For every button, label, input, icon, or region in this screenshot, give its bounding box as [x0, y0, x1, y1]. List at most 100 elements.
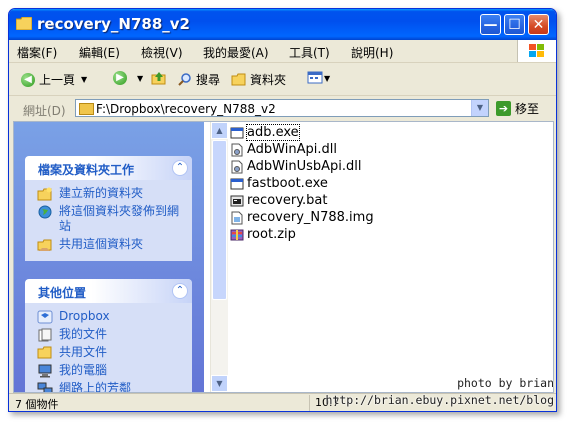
watermark-credit: photo by brian: [457, 376, 554, 390]
dll-icon: [231, 143, 243, 156]
bat-icon: [230, 195, 244, 206]
task-label: 建立新的資料夾: [59, 186, 144, 200]
tasks-panel-title: 檔案及資料夾工作: [38, 163, 135, 177]
folder-icon: [16, 17, 32, 30]
go-label: 移至: [515, 102, 540, 116]
close-button[interactable]: ✕: [528, 14, 549, 35]
file-name: fastboot.exe: [247, 176, 328, 191]
scroll-up-icon[interactable]: ▲: [211, 122, 228, 139]
places-panel: 其他位置 ⌃ Dropbox 我的文件 共用文件 我的電腦 網路上的芳鄰: [25, 279, 192, 392]
documents-icon: [38, 328, 52, 342]
folder-icon: [79, 103, 94, 115]
back-arrow-icon: ◀: [21, 72, 35, 87]
network-icon: [37, 382, 53, 392]
place-label: 我的文件: [59, 327, 108, 341]
task-pane: 檔案及資料夾工作 ⌃ 建立新的資料夾 將這個資料夾發佈到網站 共用這個資料夾 其…: [14, 122, 204, 392]
tasks-panel-header[interactable]: 檔案及資料夾工作 ⌃: [25, 156, 192, 180]
globe-icon: [38, 205, 52, 219]
go-arrow-icon: ➔: [496, 101, 511, 116]
file-list: adb.exe AdbWinApi.dll AdbWinUsbApi.dll f…: [230, 124, 374, 243]
task-share-folder[interactable]: 共用這個資料夾: [37, 237, 184, 252]
windows-logo-icon: [517, 40, 556, 62]
back-button[interactable]: ◀ 上一頁 ▼: [21, 71, 87, 88]
collapse-icon[interactable]: ⌃: [172, 160, 188, 176]
explorer-window: recovery_N788_v2 — ☐ ✕ 檔案(F) 編輯(E) 檢視(V)…: [8, 8, 557, 412]
place-my-computer[interactable]: 我的電腦: [37, 363, 184, 378]
place-dropbox[interactable]: Dropbox: [37, 309, 184, 324]
menu-bar: 檔案(F) 編輯(E) 檢視(V) 我的最愛(A) 工具(T) 說明(H): [9, 40, 556, 63]
title-bar[interactable]: recovery_N788_v2 — ☐ ✕: [9, 9, 556, 40]
file-item-recovery-img[interactable]: recovery_N788.img: [230, 209, 374, 226]
place-my-documents[interactable]: 我的文件: [37, 327, 184, 342]
menu-file[interactable]: 檔案(F): [17, 44, 57, 61]
places-panel-title: 其他位置: [38, 286, 87, 300]
chevron-down-icon[interactable]: ▼: [81, 75, 87, 84]
forward-button[interactable]: ▶ ▼: [113, 71, 143, 85]
views-button[interactable]: ▼: [307, 71, 330, 85]
place-label: Dropbox: [59, 309, 110, 323]
task-label: 將這個資料夾發佈到網站: [59, 204, 180, 233]
file-name: recovery_N788.img: [247, 210, 374, 225]
file-name: adb.exe: [246, 124, 300, 141]
collapse-icon[interactable]: ⌃: [172, 283, 188, 299]
scrollbar-thumb[interactable]: [212, 140, 227, 300]
file-item-adbwinusbapi-dll[interactable]: AdbWinUsbApi.dll: [230, 158, 374, 175]
task-publish-web[interactable]: 將這個資料夾發佈到網站: [37, 204, 184, 234]
places-panel-header[interactable]: 其他位置 ⌃: [25, 279, 192, 303]
maximize-button[interactable]: ☐: [504, 14, 525, 35]
forward-arrow-icon: ▶: [113, 71, 127, 85]
file-item-adbwinapi-dll[interactable]: AdbWinApi.dll: [230, 141, 374, 158]
place-label: 共用文件: [59, 345, 108, 359]
file-item-fastboot-exe[interactable]: fastboot.exe: [230, 175, 374, 192]
task-new-folder[interactable]: 建立新的資料夾: [37, 186, 184, 201]
search-label: 搜尋: [196, 73, 221, 87]
search-button[interactable]: 搜尋: [177, 71, 220, 88]
menu-help[interactable]: 說明(H): [351, 44, 393, 61]
window-title: recovery_N788_v2: [37, 15, 190, 33]
computer-icon: [38, 364, 52, 378]
menu-edit[interactable]: 編輯(E): [79, 44, 120, 61]
dll-icon: [231, 160, 243, 173]
file-name: AdbWinUsbApi.dll: [247, 159, 362, 174]
back-label: 上一頁: [39, 73, 76, 87]
address-label: 網址(D): [23, 104, 66, 118]
address-value: F:\Dropbox\recovery_N788_v2: [96, 102, 276, 116]
place-shared-documents[interactable]: 共用文件: [37, 345, 184, 360]
toolbar: ◀ 上一頁 ▼ ▶ ▼ 搜尋 資料夾 ▼: [9, 63, 556, 96]
address-input[interactable]: F:\Dropbox\recovery_N788_v2 ▼: [75, 99, 489, 117]
img-icon: [231, 211, 243, 224]
chevron-down-icon[interactable]: ▼: [137, 74, 143, 83]
menu-tools[interactable]: 工具(T): [289, 44, 330, 61]
place-network[interactable]: 網路上的芳鄰: [37, 381, 184, 392]
chevron-down-icon[interactable]: ▼: [324, 74, 330, 83]
vertical-scrollbar[interactable]: ▲ ▼: [210, 122, 228, 392]
exe-icon: [230, 178, 244, 189]
menu-view[interactable]: 檢視(V): [141, 44, 183, 61]
go-button[interactable]: ➔ 移至: [496, 100, 539, 117]
search-icon: [178, 72, 191, 86]
zip-icon: [230, 229, 244, 240]
up-folder-button[interactable]: [151, 71, 167, 85]
dropbox-icon: [37, 310, 53, 324]
file-name: AdbWinApi.dll: [247, 142, 337, 157]
exe-icon: [230, 127, 244, 138]
file-item-root-zip[interactable]: root.zip: [230, 226, 374, 243]
tasks-panel: 檔案及資料夾工作 ⌃ 建立新的資料夾 將這個資料夾發佈到網站 共用這個資料夾: [25, 156, 192, 261]
folder-up-icon: [151, 72, 166, 85]
menu-favorites[interactable]: 我的最愛(A): [203, 44, 269, 61]
file-name: recovery.bat: [247, 193, 328, 208]
folder-icon: [37, 346, 52, 359]
shared-folder-icon: [37, 239, 52, 251]
status-object-count: 7 個物件: [15, 398, 59, 411]
chevron-down-icon[interactable]: ▼: [471, 100, 488, 116]
file-item-adb-exe[interactable]: adb.exe: [230, 124, 374, 141]
task-label: 共用這個資料夾: [59, 237, 144, 251]
file-item-recovery-bat[interactable]: recovery.bat: [230, 192, 374, 209]
folders-button[interactable]: 資料夾: [231, 71, 286, 88]
scroll-down-icon[interactable]: ▼: [211, 375, 228, 392]
status-divider: [309, 395, 310, 411]
address-bar: 網址(D) F:\Dropbox\recovery_N788_v2 ▼ ➔ 移至: [9, 96, 556, 120]
views-icon: [307, 71, 323, 84]
new-folder-icon: [37, 187, 52, 201]
minimize-button[interactable]: —: [480, 14, 501, 35]
